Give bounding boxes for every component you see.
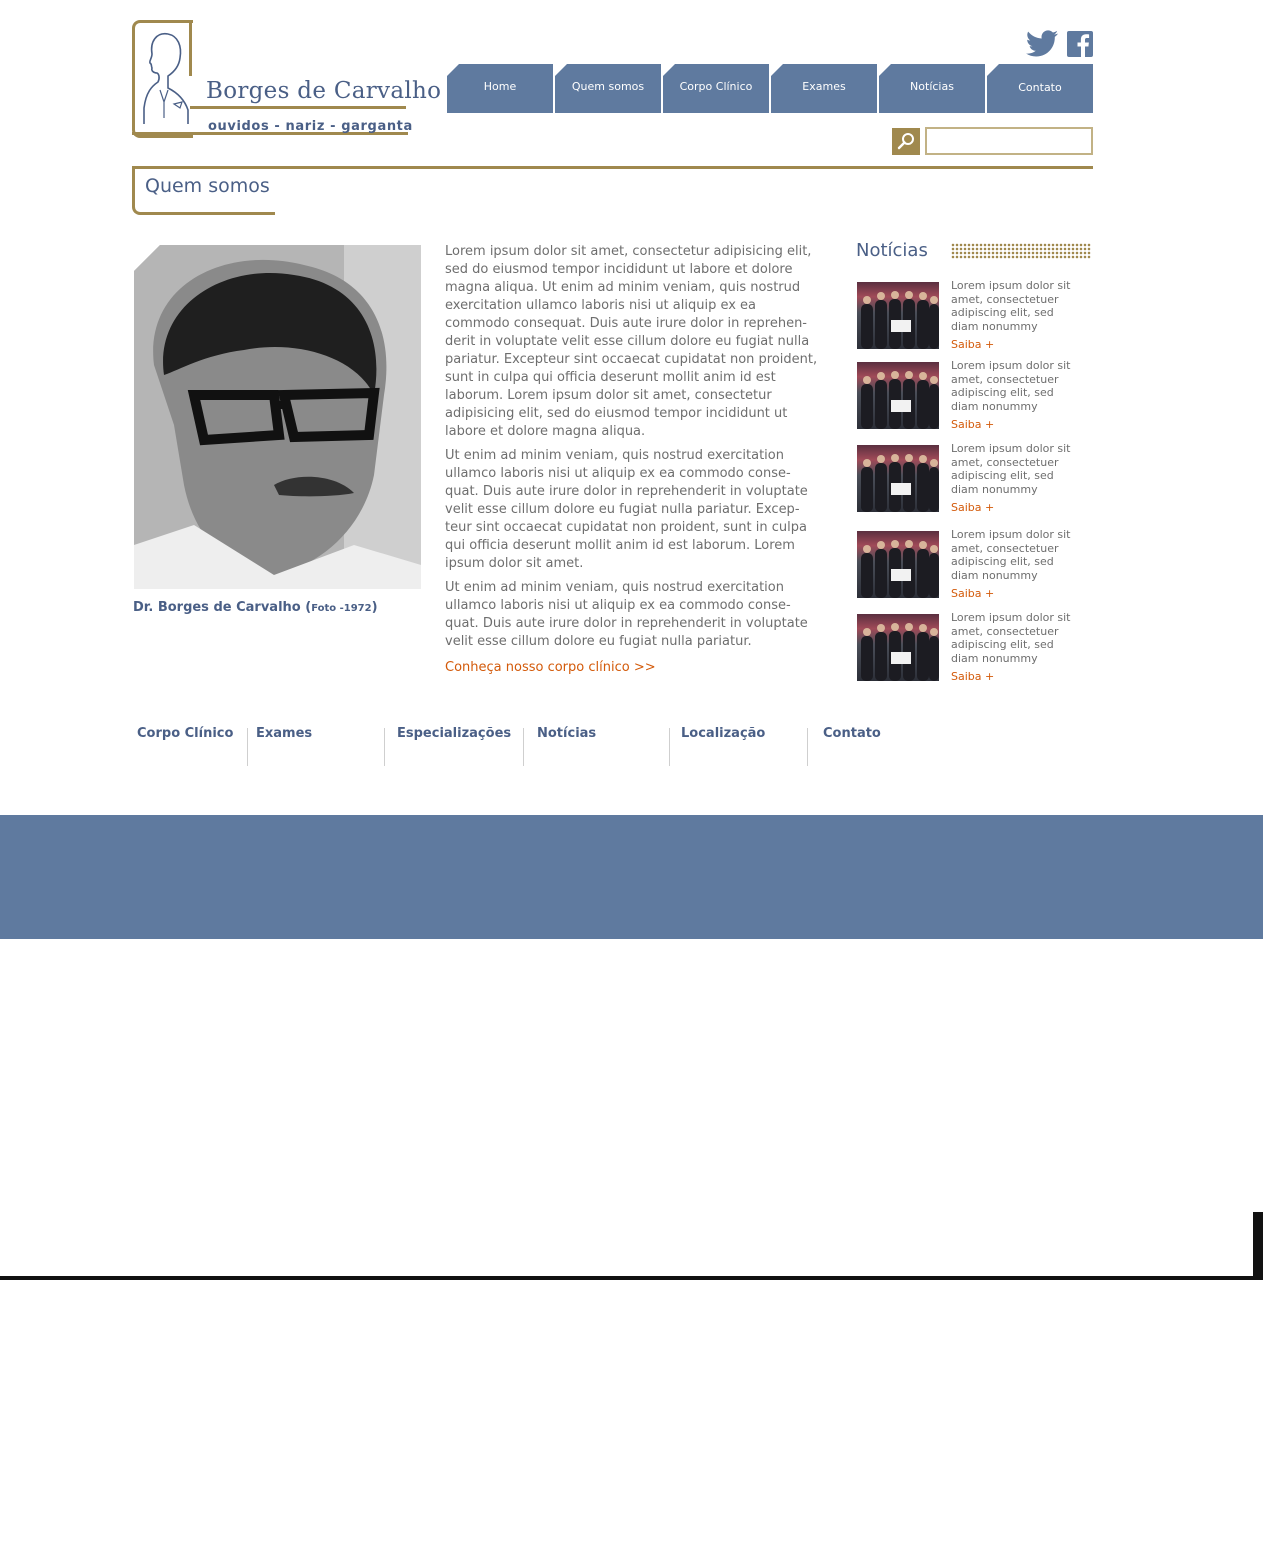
facebook-icon[interactable] <box>1067 31 1093 57</box>
nav-noticias[interactable]: Notícias <box>879 64 985 113</box>
nav-exames[interactable]: Exames <box>771 64 877 113</box>
nav-quem-somos-label: Quem somos <box>571 80 645 93</box>
news-item: Lorem ipsum dolor sit amet, consectetuer… <box>856 442 1096 517</box>
search-icon <box>897 133 914 150</box>
news-item: Lorem ipsum dolor sit amet, consectetuer… <box>856 359 1096 434</box>
news-read-more-link[interactable]: Saiba + <box>951 670 994 683</box>
nav-noticias-label: Notícias <box>910 80 954 93</box>
nav-corpo-clinico-label: Corpo Clínico <box>679 80 753 93</box>
news-thumbnail[interactable] <box>857 614 939 681</box>
about-content: Lorem ipsum dolor sit amet, consectetur … <box>445 243 819 677</box>
page-title: Quem somos <box>145 175 270 197</box>
footer-link-corpo-clinico[interactable]: Corpo Clínico <box>137 726 233 741</box>
nav-exames-label: Exames <box>802 80 846 93</box>
news-heading-dots <box>951 243 1091 259</box>
site-logo[interactable]: Borges de Carvalho ouvidos - nariz - gar… <box>132 20 441 140</box>
nav-home[interactable]: Home <box>447 64 553 113</box>
footer-band <box>0 815 1263 939</box>
news-thumbnail[interactable] <box>857 531 939 598</box>
caption-end: ) <box>371 600 378 615</box>
doctor-portrait-photo <box>134 245 421 589</box>
twitter-icon[interactable] <box>1025 30 1059 58</box>
news-summary: Lorem ipsum dolor sit amet, consectetuer… <box>951 611 1071 665</box>
footer-link-exames[interactable]: Exames <box>256 726 312 741</box>
footer-divider <box>807 728 808 766</box>
news-read-more-link[interactable]: Saiba + <box>951 501 994 514</box>
footer-link-noticias[interactable]: Notícias <box>537 726 596 741</box>
portrait-caption: Dr. Borges de Carvalho (Foto -1972) <box>133 600 378 615</box>
footer-divider <box>247 728 248 766</box>
corpo-clinico-link[interactable]: Conheça nosso corpo clínico >> <box>445 659 656 677</box>
search-button[interactable] <box>892 128 920 155</box>
news-thumbnail[interactable] <box>857 282 939 349</box>
nav-home-label: Home <box>483 80 517 93</box>
nav-corpo-clinico[interactable]: Corpo Clínico <box>663 64 769 113</box>
news-item: Lorem ipsum dolor sit amet, consectetuer… <box>856 611 1096 686</box>
news-item: Lorem ipsum dolor sit amet, consectetuer… <box>856 528 1096 603</box>
news-item: Lorem ipsum dolor sit amet, consectetuer… <box>856 279 1096 354</box>
footer-divider <box>384 728 385 766</box>
profile-sketch-icon <box>143 32 189 124</box>
news-thumbnail[interactable] <box>857 362 939 429</box>
news-read-more-link[interactable]: Saiba + <box>951 587 994 600</box>
heading-rule <box>132 166 1093 169</box>
news-thumbnail[interactable] <box>857 445 939 512</box>
nav-quem-somos[interactable]: Quem somos <box>555 64 661 113</box>
footer-link-localizacao[interactable]: Localização <box>681 726 765 741</box>
caption-name: Dr. Borges de Carvalho ( <box>133 600 312 615</box>
news-summary: Lorem ipsum dolor sit amet, consectetuer… <box>951 528 1071 582</box>
footer-link-especializacoes[interactable]: Especializações <box>397 726 511 741</box>
nav-contato-label: Contato <box>1018 81 1062 94</box>
news-heading: Notícias <box>856 240 928 261</box>
search-input[interactable] <box>925 127 1093 155</box>
footer-link-contato[interactable]: Contato <box>823 726 881 741</box>
news-read-more-link[interactable]: Saiba + <box>951 418 994 431</box>
footer-divider <box>523 728 524 766</box>
about-paragraph: Ut enim ad minim veniam, quis nostrud ex… <box>445 448 808 571</box>
news-summary: Lorem ipsum dolor sit amet, consectetuer… <box>951 359 1071 413</box>
logo-name: Borges de Carvalho <box>206 78 442 104</box>
main-nav: Home Quem somos Corpo Clínico Exames Not… <box>447 64 1093 113</box>
side-border <box>1253 1212 1263 1280</box>
news-summary: Lorem ipsum dolor sit amet, consectetuer… <box>951 442 1071 496</box>
caption-note: Foto -1972 <box>311 603 372 614</box>
news-read-more-link[interactable]: Saiba + <box>951 338 994 351</box>
about-paragraph: Lorem ipsum dolor sit amet, consectetur … <box>445 244 818 439</box>
logo-tagline: ouvidos - nariz - garganta <box>208 119 413 134</box>
footer-divider <box>669 728 670 766</box>
nav-contato[interactable]: Contato <box>987 64 1093 113</box>
about-paragraph: Ut enim ad minim veniam, quis nostrud ex… <box>445 580 808 649</box>
logo-underline <box>190 106 406 109</box>
news-summary: Lorem ipsum dolor sit amet, consectetuer… <box>951 279 1071 333</box>
bottom-border <box>0 1276 1260 1280</box>
